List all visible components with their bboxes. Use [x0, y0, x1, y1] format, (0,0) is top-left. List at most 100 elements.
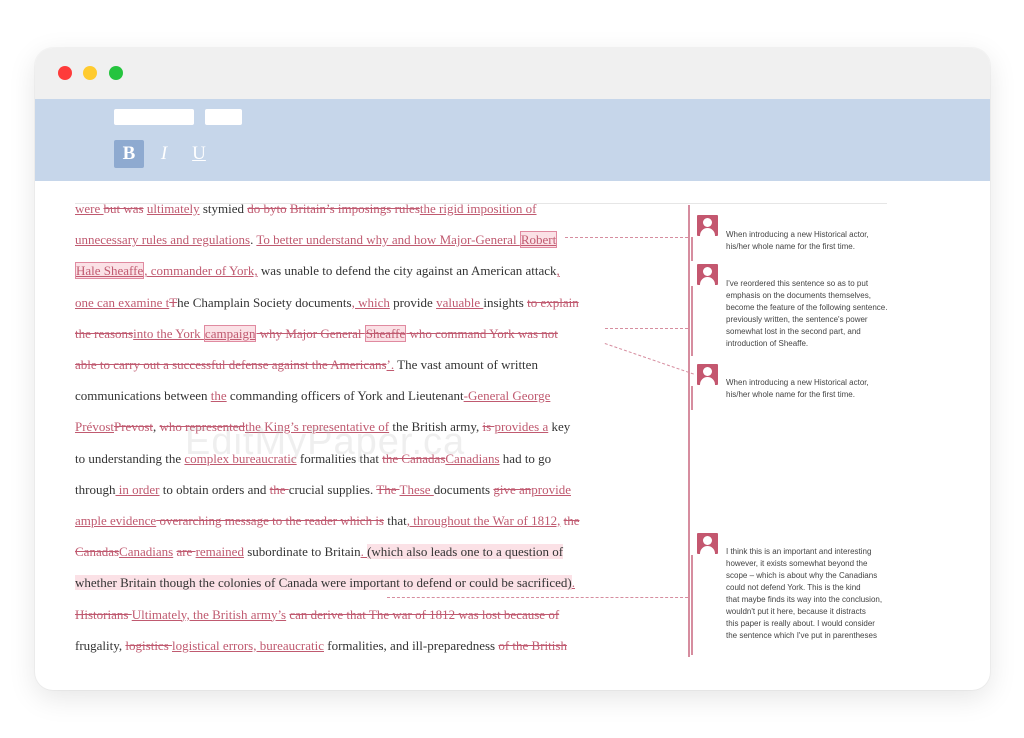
document-line: Historians Ultimately, the British army’…: [75, 604, 559, 626]
comment-text: previously written, the sentence's power: [726, 315, 868, 324]
comment-1[interactable]: When introducing a new Historical actor,…: [726, 229, 888, 253]
inserted-text: were: [75, 201, 104, 216]
comment-3[interactable]: When introducing a new Historical actor,…: [726, 377, 888, 401]
document-line: Hale Sheaffe, commander of York, was una…: [75, 260, 560, 282]
inserted-text: Canadians: [119, 544, 174, 560]
inserted-text: , which: [351, 294, 390, 310]
comment-text: his/her whole name for the first time.: [726, 242, 855, 251]
inserted-text: -General George: [463, 388, 551, 404]
underline-button[interactable]: U: [184, 140, 214, 168]
text-run: that: [384, 513, 407, 528]
comment-text: I think this is an important and interes…: [726, 547, 872, 556]
comment-text: somewhat lost in the second part, and: [726, 327, 861, 336]
document-line: CanadasCanadians are remained subordinat…: [75, 541, 564, 563]
commented-text: (which also leads one to a question of: [367, 544, 564, 560]
text-run: subordinate to Britain: [243, 544, 361, 560]
comment-text: this paper is really about. I would cons…: [726, 619, 875, 628]
comment-text: scope – which is about why the Canadians: [726, 571, 878, 580]
watermark: EditMyPaper.ca: [185, 421, 466, 463]
deleted-text: give an: [493, 481, 532, 497]
text-run: The vast amount of written: [394, 357, 538, 372]
italic-button[interactable]: I: [149, 140, 179, 168]
inserted-text: ample evidence: [75, 513, 157, 528]
inserted-text: provides a: [494, 419, 549, 435]
deleted-text: the: [563, 513, 580, 528]
font-family-select[interactable]: [114, 109, 194, 125]
comment-bar: [691, 237, 693, 261]
commented-text: whether Britain though the colonies of C…: [75, 575, 572, 591]
text-run: was unable to defend the city against an…: [257, 263, 557, 279]
document-line: unnecessary rules and regulations. To be…: [75, 229, 558, 251]
deleted-text: to explain: [527, 294, 579, 310]
inserted-text: unnecessary rules and regulations: [75, 232, 251, 248]
deleted-text: able to carry out a successful defense a…: [75, 357, 387, 372]
deleted-text: Historians: [75, 606, 132, 622]
inserted-text: in order: [115, 481, 160, 497]
deleted-text: why Major General: [256, 325, 365, 341]
inserted-text: campaign: [203, 324, 257, 342]
inserted-text: Prévost: [75, 419, 114, 435]
text-run: formalities, and ill-preparedness: [323, 637, 499, 653]
document-line: frugality, logistics logistical errors, …: [75, 635, 567, 657]
text-run: frugality,: [75, 637, 126, 653]
comment-text: emphasis on the documents themselves,: [726, 291, 871, 300]
deleted-text: is: [482, 419, 495, 435]
comment-bar: [691, 286, 693, 356]
text-run: to understanding the: [75, 450, 185, 466]
inserted-text: These: [399, 481, 434, 497]
text-run: documents: [433, 481, 494, 497]
comment-author-avatar: [697, 533, 718, 554]
comment-author-avatar: [697, 215, 718, 236]
document-line: through in order to obtain orders and th…: [75, 479, 571, 501]
bold-button[interactable]: B: [114, 140, 144, 168]
deleted-text: do by: [247, 201, 277, 216]
document-line: one can examine tThe Champlain Society d…: [75, 292, 579, 314]
comment-connector: [565, 237, 688, 238]
font-size-select[interactable]: [205, 109, 242, 125]
deleted-text: the reasons: [75, 325, 134, 341]
document-area: were but was ultimately stymied do by to …: [35, 181, 990, 690]
comment-connector: [387, 597, 688, 598]
document-line: ample evidence overarching message to th…: [75, 510, 580, 532]
inserted-text: logistical errors, bureaucratic: [172, 637, 324, 653]
text-run: stymied: [199, 201, 248, 216]
comment-2[interactable]: I've reordered this sentence so as to pu…: [726, 278, 888, 350]
inserted-text: the rigid imposition of: [419, 201, 537, 216]
comment-connector: [604, 343, 694, 375]
inserted-text: remained: [195, 544, 244, 560]
inserted-text: the: [210, 388, 227, 404]
deleted-text: Britain’s imposings rules: [289, 201, 420, 216]
formatting-toolbar: B I U: [35, 99, 990, 181]
document-line: communications between the commanding of…: [75, 385, 550, 407]
inserted-text: ’.: [386, 357, 395, 372]
inserted-text: , commander of York,: [144, 263, 258, 279]
minimize-window-button[interactable]: [83, 66, 97, 80]
browser-window: B I U were but was ultimately stymied do…: [35, 48, 990, 690]
deleted-text: Prevost: [114, 419, 153, 435]
inserted-text: .: [571, 575, 575, 591]
comment-connector: [605, 328, 688, 329]
close-window-button[interactable]: [58, 66, 72, 80]
comment-4[interactable]: I think this is an important and interes…: [726, 546, 888, 642]
comment-text: wouldn't put it here, because it distrac…: [726, 607, 866, 616]
inserted-text: Robert: [519, 231, 558, 249]
comment-text: however, it exists somewhat beyond the: [726, 559, 868, 568]
comment-text: introduction of Sheaffe.: [726, 339, 809, 348]
comment-text: the sentence which I've put in parenthes…: [726, 631, 877, 640]
inserted-text: provide: [531, 481, 571, 497]
inserted-text: , throughout the War of 1812,: [406, 513, 561, 528]
comment-bar: [691, 386, 693, 410]
text-run: crucial supplies.: [288, 481, 377, 497]
comment-author-avatar: [697, 364, 718, 385]
deleted-text: Sheaffe: [364, 324, 407, 342]
text-run: through: [75, 481, 116, 497]
deleted-text: Canadas: [75, 544, 120, 560]
document-line: were but was ultimately stymied do byto …: [75, 198, 537, 220]
comment-text: become the feature of the following sent…: [726, 303, 888, 312]
deleted-text: T: [169, 294, 178, 310]
maximize-window-button[interactable]: [109, 66, 123, 80]
deleted-text: to: [276, 201, 287, 216]
text-run: to obtain orders and: [159, 481, 270, 497]
deleted-text: are: [176, 544, 196, 560]
deleted-text: The: [376, 481, 400, 497]
